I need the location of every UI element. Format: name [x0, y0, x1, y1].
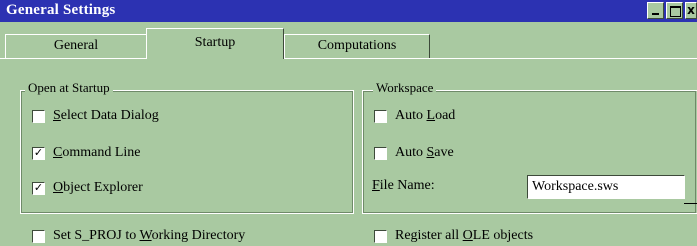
object-explorer-option[interactable]: ✓ Object Explorer — [32, 180, 143, 196]
tab-bar: General Startup Computations — [0, 28, 697, 59]
set-sproj-label: Set S_PROJ to Working Directory — [53, 228, 246, 243]
command-line-checkbox[interactable]: ✓ — [32, 146, 45, 160]
command-line-label: Command Line — [53, 145, 141, 160]
window-title: General Settings — [6, 2, 116, 18]
window-controls: x — [647, 2, 697, 19]
tab-computations[interactable]: Computations — [284, 34, 430, 58]
auto-save-label: Auto Save — [395, 145, 454, 160]
set-sproj-checkbox[interactable] — [32, 229, 45, 243]
object-explorer-label: Object Explorer — [53, 180, 143, 195]
open-at-startup-legend: Open at Startup — [25, 80, 113, 96]
object-explorer-checkbox[interactable]: ✓ — [32, 181, 45, 195]
select-data-dialog-label: Select Data Dialog — [53, 108, 159, 123]
workspace-legend: Workspace — [373, 80, 437, 96]
auto-save-checkbox[interactable] — [374, 146, 387, 160]
divider-line — [684, 203, 697, 204]
auto-load-label: Auto Load — [395, 108, 456, 123]
register-ole-checkbox[interactable] — [374, 229, 387, 243]
minimize-button[interactable] — [647, 2, 664, 19]
command-line-option[interactable]: ✓ Command Line — [32, 145, 141, 161]
tab-general[interactable]: General — [5, 34, 147, 58]
close-button[interactable]: x — [685, 2, 697, 19]
tab-panel-border — [0, 58, 697, 59]
file-name-label: File Name: — [372, 178, 435, 193]
auto-load-checkbox[interactable] — [374, 109, 387, 123]
register-ole-option[interactable]: Register all OLE objects — [374, 228, 533, 244]
maximize-button[interactable] — [666, 2, 683, 19]
register-ole-label: Register all OLE objects — [395, 228, 534, 243]
select-data-dialog-option[interactable]: Select Data Dialog — [32, 108, 159, 124]
file-name-input[interactable] — [527, 175, 685, 199]
tab-startup[interactable]: Startup — [146, 28, 284, 59]
select-data-dialog-checkbox[interactable] — [32, 109, 45, 123]
general-settings-dialog: General Settings x General Startup Compu… — [0, 0, 697, 246]
auto-load-option[interactable]: Auto Load — [374, 108, 455, 124]
set-sproj-option[interactable]: Set S_PROJ to Working Directory — [32, 228, 245, 244]
auto-save-option[interactable]: Auto Save — [374, 145, 454, 161]
title-bar[interactable]: General Settings x — [0, 0, 697, 22]
